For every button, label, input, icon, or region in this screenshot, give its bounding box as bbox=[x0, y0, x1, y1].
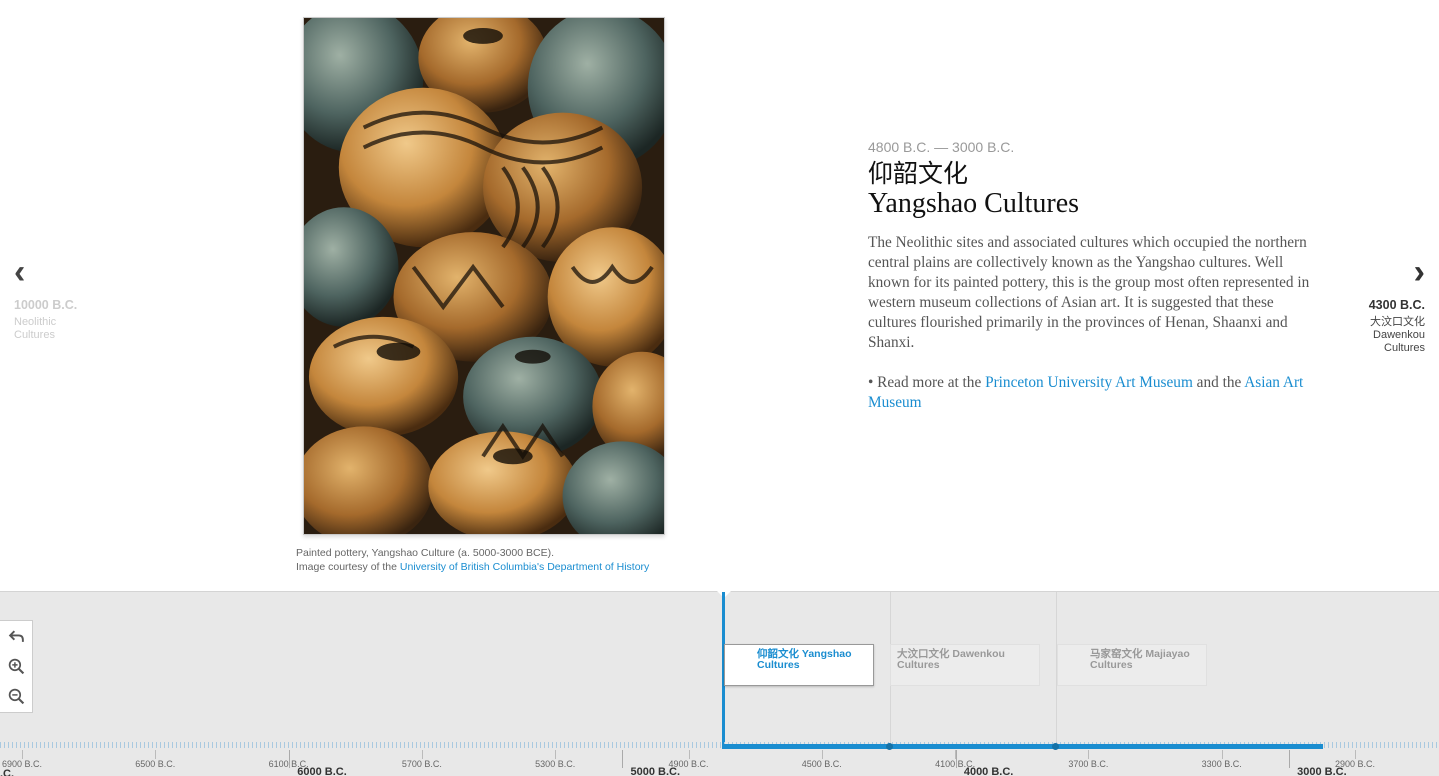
era-dot bbox=[886, 743, 893, 750]
read-more-mid: and the bbox=[1192, 374, 1245, 391]
caption-prefix: Image courtesy of the bbox=[296, 561, 400, 573]
prev-slide-title-line-2: Cultures bbox=[14, 329, 55, 341]
axis-minor-label: 5700 B.C. bbox=[401, 759, 442, 769]
next-slide-title-line-2: Dawenkou bbox=[1373, 329, 1425, 341]
back-to-start-button[interactable] bbox=[0, 621, 32, 651]
zoom-in-icon bbox=[8, 658, 24, 674]
zoom-in-button[interactable] bbox=[0, 651, 32, 681]
princeton-museum-link[interactable]: Princeton University Art Museum bbox=[985, 374, 1193, 391]
timeline-flag-majiayao[interactable]: 马家窑文化 Majiayao Cultures bbox=[1057, 644, 1207, 686]
axis-minor-label: 3700 B.C. bbox=[1068, 759, 1109, 769]
slide-text: 4800 B.C. — 3000 B.C. 仰韶文化 Yangshao Cult… bbox=[868, 139, 1313, 413]
zoom-out-button[interactable] bbox=[0, 681, 32, 711]
slide-description: The Neolithic sites and associated cultu… bbox=[868, 234, 1310, 351]
slide-title-english: Yangshao Cultures bbox=[868, 188, 1080, 219]
slide-title-chinese: 仰韶文化 bbox=[868, 159, 969, 188]
zoom-out-icon bbox=[8, 688, 24, 704]
previous-slide-button[interactable]: ‹ 10000 B.C. Neolithic Cultures bbox=[14, 253, 114, 342]
next-slide-date: 4300 B.C. bbox=[1368, 298, 1425, 312]
axis-minor-label: 5300 B.C. bbox=[535, 759, 576, 769]
axis-major-label: 4000 B.C. bbox=[963, 766, 1014, 776]
next-slide-title-line-3: Cultures bbox=[1384, 342, 1425, 354]
slide-panel: Painted pottery, Yangshao Culture (a. 50… bbox=[0, 0, 1439, 592]
axis-major-tick bbox=[622, 750, 624, 768]
axis-minor-tick bbox=[821, 750, 823, 759]
axis-major-label: 6000 B.C. bbox=[297, 766, 347, 776]
axis-major-tick bbox=[1288, 750, 1290, 768]
timeline-axis[interactable]: .C. 6900 B.C. 6500 B.C. 6100 B.C. 5700 B.C.… bbox=[0, 740, 1439, 776]
axis-minor-tick bbox=[155, 750, 157, 759]
prev-slide-title-line-1: Neolithic bbox=[14, 316, 57, 328]
chevron-left-icon: ‹ bbox=[14, 253, 26, 291]
read-more-prefix: • Read more at the bbox=[868, 374, 986, 391]
axis-major-tick bbox=[955, 750, 957, 768]
back-arrow-icon bbox=[8, 630, 24, 642]
timeline-flag-dawenkou[interactable]: 大汶口文化 Dawenkou Cultures bbox=[890, 644, 1040, 686]
axis-minor-tick bbox=[555, 750, 557, 759]
axis-minor-tick bbox=[1221, 750, 1223, 759]
read-more: • Read more at the Princeton University … bbox=[868, 373, 1313, 413]
timeline-flag-yangshao[interactable]: 仰韶文化 Yangshao Cultures bbox=[724, 644, 874, 686]
next-slide-button[interactable]: › 4300 B.C. 大汶口文化 Dawenkou Cultures bbox=[1325, 253, 1425, 355]
axis-minor-tick bbox=[1355, 750, 1356, 759]
axis-edge-fragment: .C. bbox=[0, 768, 15, 776]
caption-credit-link[interactable]: University of British Columbia's Departm… bbox=[400, 561, 649, 573]
pottery-photo bbox=[303, 17, 665, 535]
axis-minor-tick bbox=[421, 750, 423, 759]
photo-caption: Painted pottery, Yangshao Culture (a. 50… bbox=[296, 546, 716, 574]
caption-line-1: Painted pottery, Yangshao Culture (a. 50… bbox=[296, 547, 554, 559]
timeline-navigator[interactable]: 仰韶文化 Yangshao Cultures 大汶口文化 Dawenkou Cu… bbox=[0, 591, 1439, 776]
chevron-right-icon: › bbox=[1413, 253, 1425, 291]
next-slide-title-line-1: 大汶口文化 bbox=[1370, 316, 1425, 328]
axis-minor-label: 4500 B.C. bbox=[801, 759, 842, 769]
axis-minor-label: 3300 B.C. bbox=[1201, 759, 1242, 769]
era-dot bbox=[1052, 743, 1059, 750]
axis-minor-tick bbox=[1088, 750, 1090, 759]
axis-minor-label: 6500 B.C. bbox=[135, 759, 176, 769]
axis-minor-tick bbox=[688, 750, 690, 759]
axis-minor-label: 6900 B.C. bbox=[1, 759, 43, 769]
slide-dates: 4800 B.C. — 3000 B.C. bbox=[868, 139, 1015, 155]
era-range-bar bbox=[722, 744, 1323, 749]
prev-slide-date: 10000 B.C. bbox=[14, 298, 78, 312]
axis-major-label: 5000 B.C. bbox=[630, 766, 681, 776]
pottery-photo-image bbox=[304, 18, 664, 534]
caption-line-2: Image courtesy of the University of Brit… bbox=[296, 560, 716, 574]
axis-major-label: 3000 B.C. bbox=[1297, 766, 1347, 776]
timeline-controls bbox=[0, 620, 33, 713]
axis-major-tick bbox=[289, 750, 290, 768]
axis-minor-tick bbox=[22, 750, 23, 759]
